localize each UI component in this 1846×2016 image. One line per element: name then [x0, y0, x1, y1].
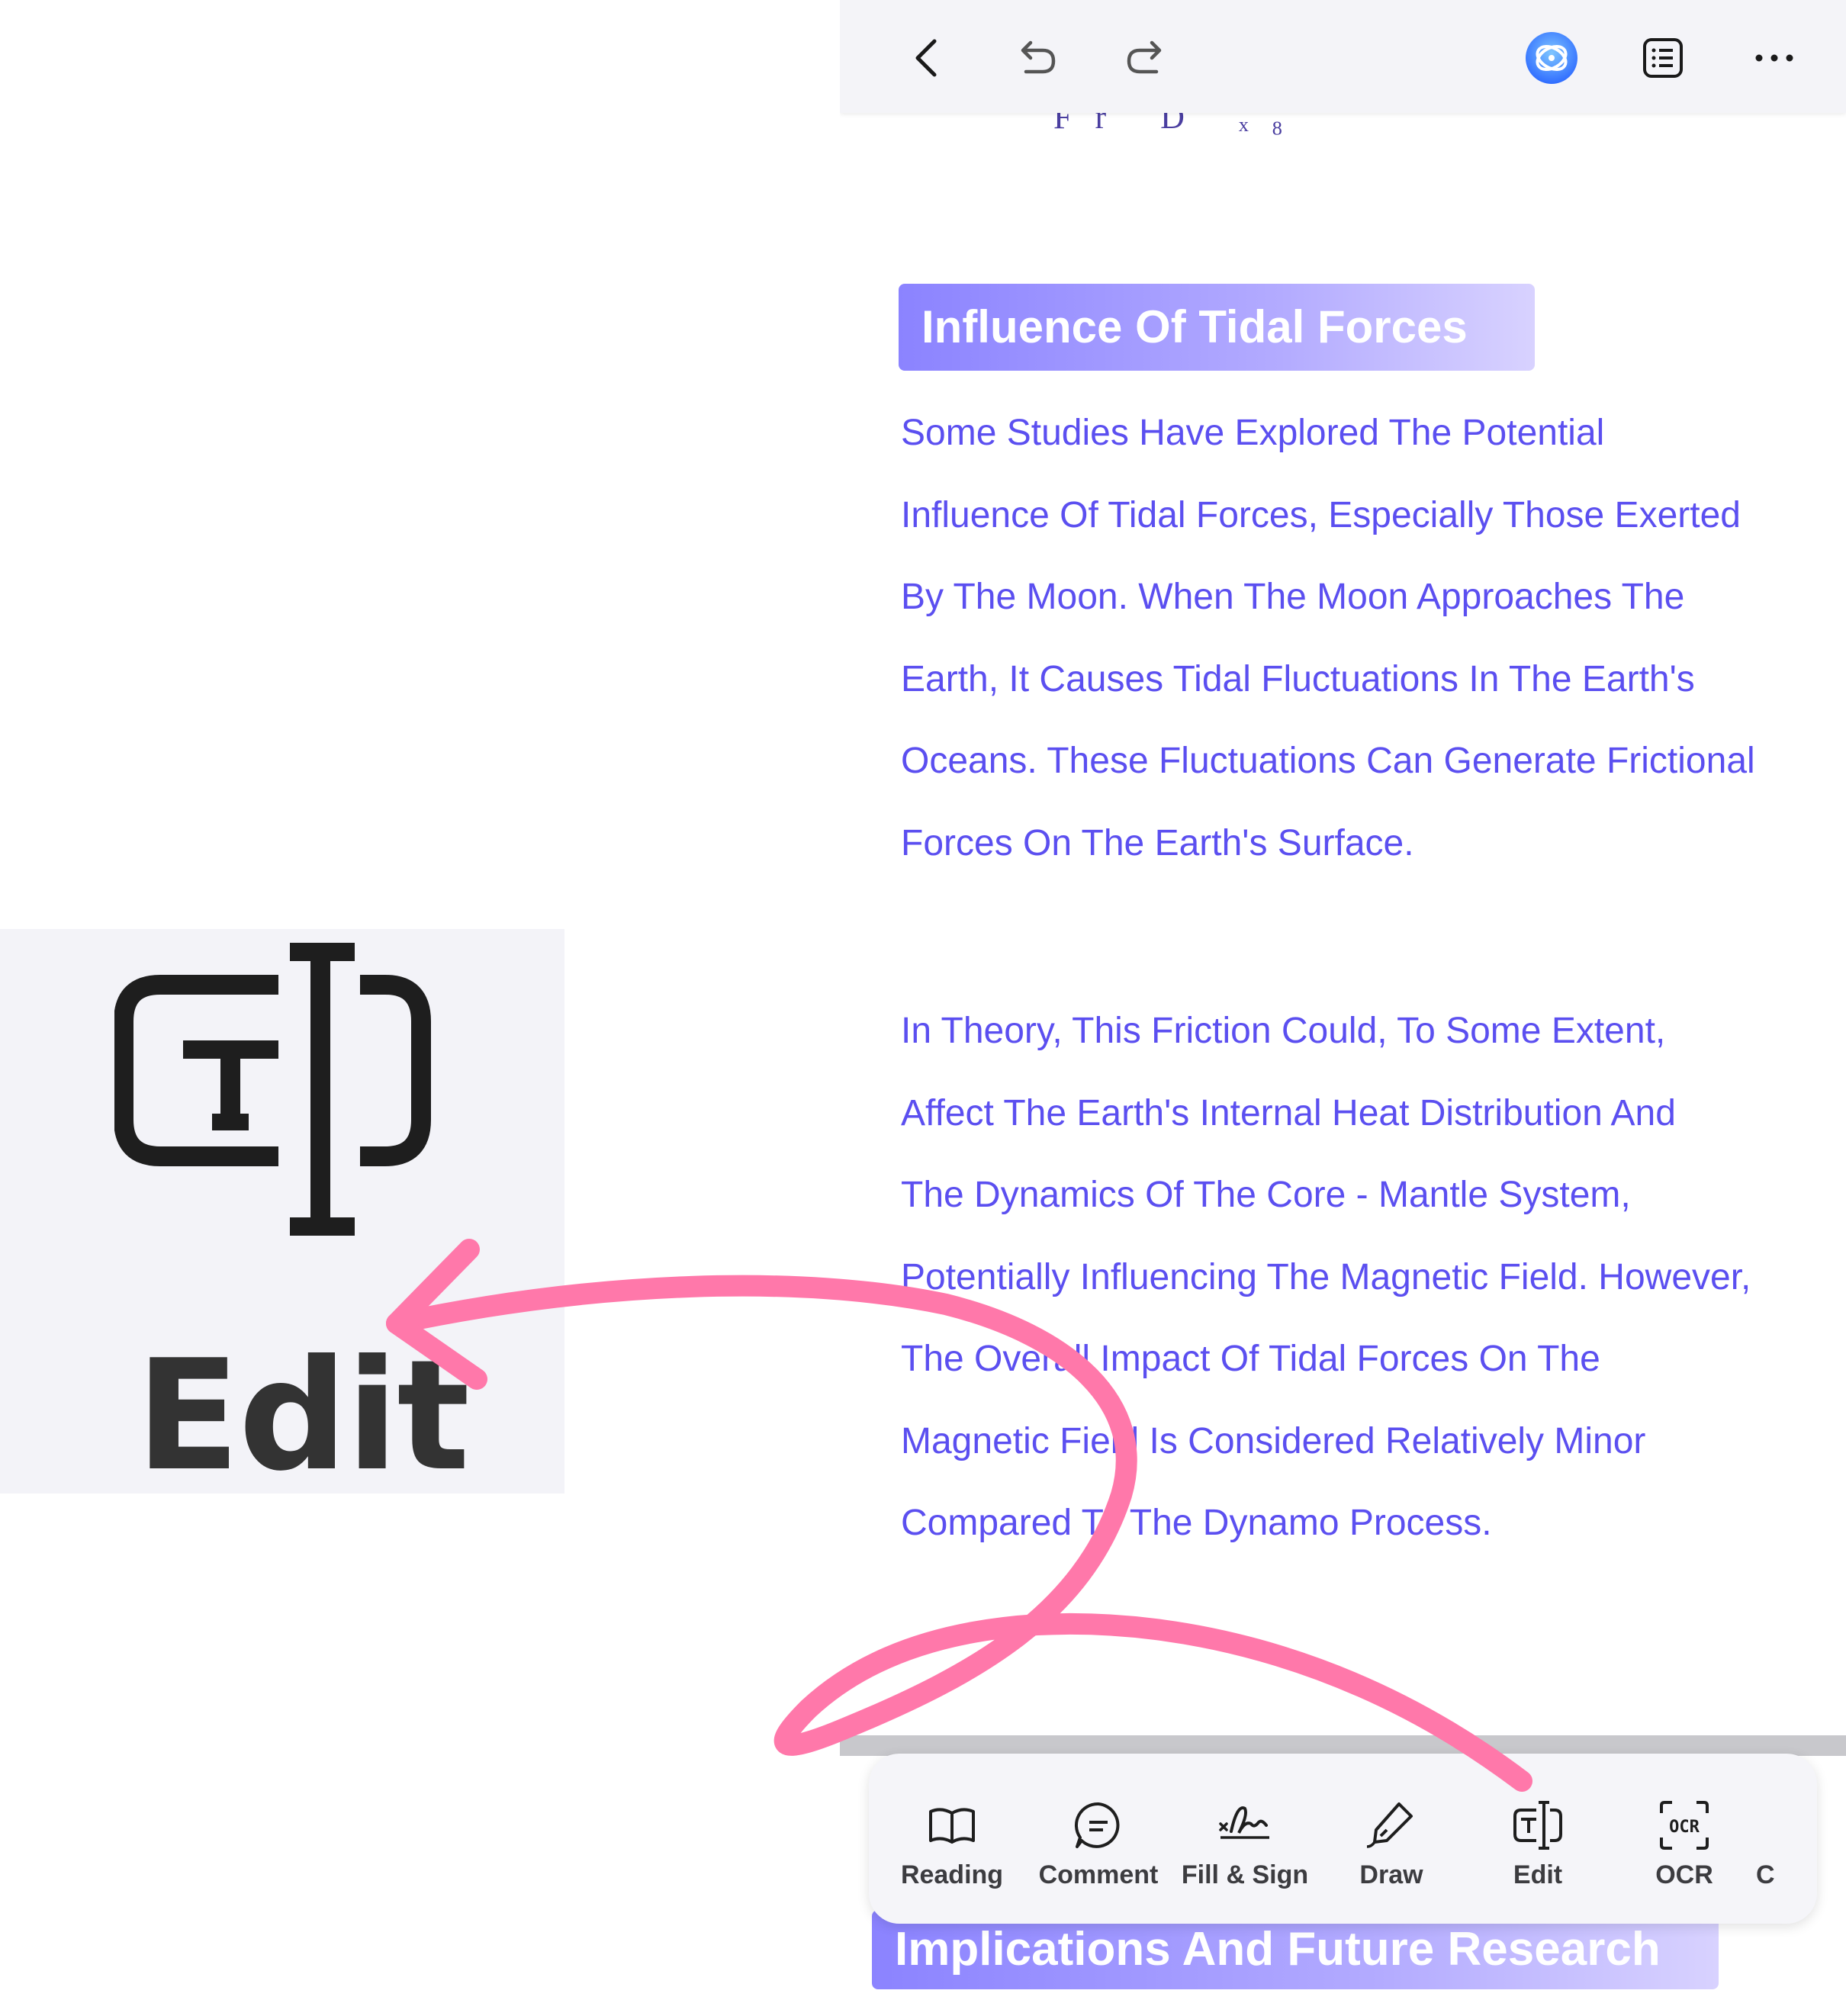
edit-tool-button[interactable]: Edit [1465, 1754, 1610, 1924]
pen-icon [1366, 1802, 1413, 1848]
ocr-tool-button[interactable]: OCR OCR [1612, 1754, 1757, 1924]
text-line[interactable]: Influence Of Tidal Forces, Especially Th… [901, 474, 1839, 557]
chevron-left-icon [915, 39, 937, 77]
paragraph: Some Studies Have Explored The Potential… [901, 392, 1839, 884]
text-edit-icon [114, 943, 431, 1236]
back-button[interactable] [901, 31, 956, 85]
tool-label: OCR [1655, 1860, 1713, 1889]
outline-list-icon [1643, 38, 1683, 78]
paragraph: In Theory, This Friction Could, To Some … [901, 990, 1839, 1564]
draw-tool-button[interactable]: Draw [1319, 1754, 1464, 1924]
text-line[interactable]: Potentially Influencing The Magnetic Fie… [901, 1236, 1839, 1319]
more-horizontal-icon [1755, 54, 1793, 62]
pdf-viewer-screen: Fr D ₓ₈ Influence Of Tidal Forces Some S… [840, 0, 1846, 2016]
text-line[interactable]: Oceans. These Fluctuations Can Generate … [901, 720, 1839, 802]
text-line[interactable]: Magnetic Field Is Considered Relatively … [901, 1400, 1839, 1483]
text-line[interactable]: The Overall Impact Of Tidal Forces On Th… [901, 1318, 1839, 1400]
tool-label: Comment [1038, 1860, 1159, 1889]
comment-tool-button[interactable]: Comment [1026, 1754, 1171, 1924]
ai-assistant-icon [1526, 32, 1577, 84]
text-line[interactable]: Affect The Earth's Internal Heat Distrib… [901, 1072, 1839, 1155]
more-options-button[interactable] [1747, 31, 1802, 85]
tool-label: Draw [1359, 1860, 1423, 1889]
more-tool-button[interactable]: C [1756, 1754, 1817, 1924]
text-line[interactable]: In Theory, This Friction Could, To Some … [901, 990, 1839, 1072]
callout-edit-label: Edit [136, 1327, 470, 1505]
tool-label: Edit [1513, 1860, 1563, 1889]
text-line[interactable]: Forces On The Earth's Surface. [901, 802, 1839, 885]
signature-icon [1219, 1806, 1269, 1839]
text-line[interactable]: By The Moon. When The Moon Approaches Th… [901, 556, 1839, 638]
tool-label: Fill & Sign [1181, 1860, 1309, 1889]
outline-button[interactable] [1635, 31, 1690, 85]
text-edit-icon [1513, 1801, 1562, 1850]
svg-text:OCR: OCR [1669, 1818, 1700, 1837]
page-divider [840, 1735, 1846, 1756]
tool-label: Reading [900, 1860, 1004, 1889]
text-line[interactable]: The Dynamics Of The Core - Mantle System… [901, 1154, 1839, 1236]
bottom-toolbar: Reading Comment Fill & Sign Draw Edit OC… [869, 1754, 1817, 1924]
book-open-icon [929, 1808, 975, 1844]
reading-tool-button[interactable]: Reading [880, 1754, 1024, 1924]
top-navigation-bar [840, 0, 1846, 113]
comment-bubble-icon [1074, 1802, 1120, 1848]
text-line[interactable]: Compared To The Dynamo Process. [901, 1482, 1839, 1564]
section-heading: Influence Of Tidal Forces [899, 284, 1535, 371]
ocr-icon: OCR [1660, 1801, 1709, 1850]
redo-button[interactable] [1118, 31, 1173, 85]
ai-assistant-button[interactable] [1524, 31, 1579, 85]
fill-sign-tool-button[interactable]: Fill & Sign [1172, 1754, 1317, 1924]
redo-icon [1127, 40, 1162, 74]
text-line[interactable]: Earth, It Causes Tidal Fluctuations In T… [901, 638, 1839, 721]
undo-icon [1021, 40, 1056, 74]
undo-button[interactable] [1009, 31, 1064, 85]
tool-label: C [1756, 1860, 1775, 1889]
text-line[interactable]: Some Studies Have Explored The Potential [901, 392, 1839, 474]
